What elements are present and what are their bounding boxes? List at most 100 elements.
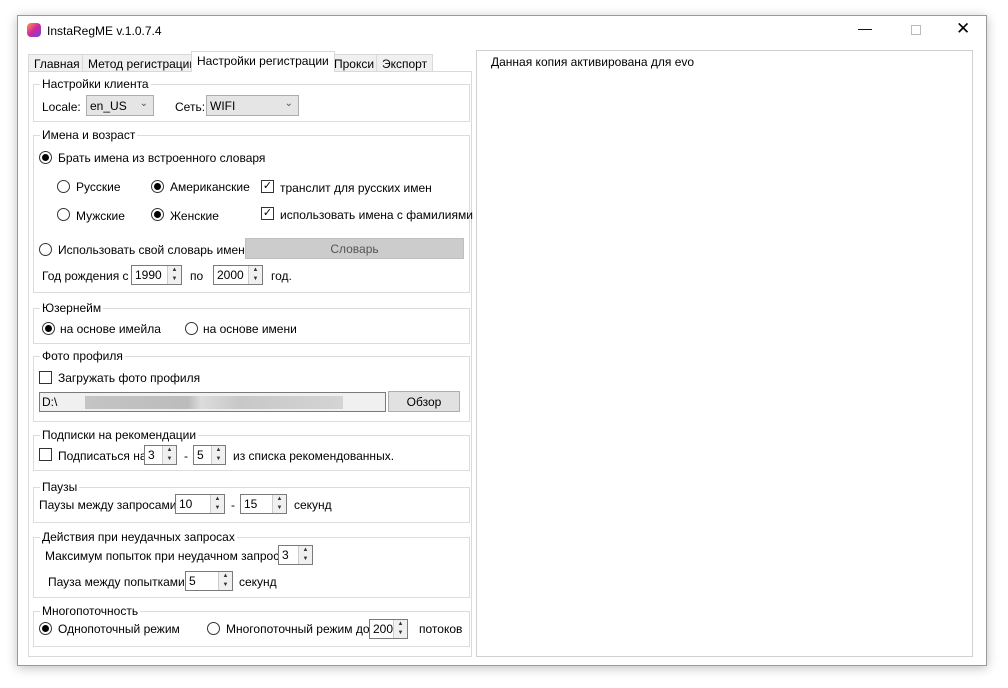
tab-main[interactable]: Главная bbox=[28, 54, 86, 71]
spin-arrows-icon[interactable]: ▲ ▼ bbox=[393, 620, 407, 638]
window-title: InstaRegME v.1.0.7.4 bbox=[47, 24, 162, 38]
birth-from-spinner[interactable]: 1990 ▲ ▼ bbox=[131, 265, 182, 285]
dash: - bbox=[231, 498, 235, 512]
builtin-dict-radio[interactable] bbox=[39, 151, 52, 164]
group-title: Имена и возраст bbox=[40, 128, 138, 142]
spin-arrows-icon[interactable]: ▲ ▼ bbox=[298, 546, 312, 564]
spin-arrows-icon[interactable]: ▲ ▼ bbox=[210, 495, 224, 513]
dictionary-button[interactable]: Словарь bbox=[245, 238, 464, 259]
photo-path-value: D:\ bbox=[42, 395, 58, 409]
chevron-down-icon: ⌄ bbox=[139, 98, 148, 109]
network-value: WIFI bbox=[210, 99, 236, 113]
male-label: Мужские bbox=[76, 209, 125, 223]
retry-pause-value: 5 bbox=[189, 574, 196, 588]
tab-export[interactable]: Экспорт bbox=[376, 54, 434, 71]
group-title: Многопоточность bbox=[40, 604, 141, 618]
pauses-label: Паузы между запросами bbox=[39, 498, 177, 512]
maximize-button[interactable] bbox=[911, 25, 921, 35]
follow-to-value: 5 bbox=[197, 448, 204, 462]
multi-thread-radio[interactable] bbox=[207, 622, 220, 635]
retry-pause-label: Пауза между попытками bbox=[48, 575, 185, 589]
spin-arrows-icon[interactable]: ▲ ▼ bbox=[167, 266, 181, 284]
builtin-dict-label: Брать имена из встроенного словаря bbox=[58, 151, 266, 165]
follow-suffix: из списка рекомендованных. bbox=[233, 449, 395, 463]
retry-pause-unit: секунд bbox=[239, 575, 277, 589]
group-title: Юзернейм bbox=[40, 301, 104, 315]
locale-value: en_US bbox=[90, 99, 127, 113]
russian-label: Русские bbox=[76, 180, 121, 194]
app-logo-icon bbox=[27, 23, 41, 37]
load-photo-checkbox[interactable] bbox=[39, 371, 52, 384]
username-name-label: на основе имени bbox=[203, 322, 297, 336]
username-email-radio[interactable] bbox=[42, 322, 55, 335]
photo-path-field[interactable]: D:\ bbox=[39, 392, 386, 412]
spin-arrows-icon[interactable]: ▲ ▼ bbox=[272, 495, 286, 513]
group-title: Подписки на рекомендации bbox=[40, 428, 199, 442]
birth-to-spinner[interactable]: 2000 ▲ ▼ bbox=[213, 265, 263, 285]
thread-count-spinner[interactable]: 200 ▲ ▼ bbox=[369, 619, 408, 639]
female-radio[interactable] bbox=[151, 208, 164, 221]
username-name-radio[interactable] bbox=[185, 322, 198, 335]
minimize-button[interactable]: — bbox=[858, 20, 872, 36]
tab-reg-method[interactable]: Метод регистрации bbox=[82, 54, 203, 71]
group-title: Настройки клиента bbox=[40, 77, 151, 91]
blurred-path bbox=[85, 396, 343, 409]
locale-label: Locale: bbox=[42, 100, 81, 114]
photo-group: Фото профиля bbox=[33, 349, 470, 422]
follow-to-spinner[interactable]: 5 ▲ ▼ bbox=[193, 445, 226, 465]
spin-arrows-icon[interactable]: ▲ ▼ bbox=[218, 572, 232, 590]
follow-label: Подписаться на bbox=[58, 449, 147, 463]
follow-from-value: 3 bbox=[148, 448, 155, 462]
group-title: Паузы bbox=[40, 480, 80, 494]
american-radio[interactable] bbox=[151, 180, 164, 193]
to-label: по bbox=[190, 269, 204, 283]
tab-reg-settings[interactable]: Настройки регистрации bbox=[191, 51, 335, 72]
translit-checkbox[interactable]: ✓ bbox=[261, 180, 274, 193]
dash: - bbox=[184, 449, 188, 463]
translit-label: транслит для русских имен bbox=[280, 181, 432, 195]
right-area bbox=[476, 50, 973, 657]
spin-arrows-icon[interactable]: ▲ ▼ bbox=[248, 266, 262, 284]
close-button[interactable]: ✕ bbox=[956, 19, 970, 39]
custom-dict-radio[interactable] bbox=[39, 243, 52, 256]
birth-to-value: 2000 bbox=[217, 268, 244, 282]
russian-radio[interactable] bbox=[57, 180, 70, 193]
custom-dict-label: Использовать свой словарь имен bbox=[58, 243, 245, 257]
max-attempts-spinner[interactable]: 3 ▲ ▼ bbox=[278, 545, 313, 565]
group-title: Действия при неудачных запросах bbox=[40, 530, 237, 544]
max-attempts-label: Максимум попыток при неудачном запросе bbox=[45, 549, 286, 563]
pause-to-value: 15 bbox=[244, 497, 258, 511]
locale-select[interactable]: en_US ⌄ bbox=[86, 95, 154, 116]
surnames-checkbox[interactable]: ✓ bbox=[261, 207, 274, 220]
pause-from-value: 10 bbox=[179, 497, 193, 511]
pause-from-spinner[interactable]: 10 ▲ ▼ bbox=[175, 494, 225, 514]
american-label: Американские bbox=[170, 180, 250, 194]
spin-arrows-icon[interactable]: ▲ ▼ bbox=[162, 446, 176, 464]
tab-proxy[interactable]: Прокси bbox=[328, 54, 381, 71]
male-radio[interactable] bbox=[57, 208, 70, 221]
load-photo-label: Загружать фото профиля bbox=[58, 371, 201, 385]
surnames-label: использовать имена с фамилиями bbox=[280, 208, 473, 222]
spin-arrows-icon[interactable]: ▲ ▼ bbox=[211, 446, 225, 464]
single-thread-radio[interactable] bbox=[39, 622, 52, 635]
chevron-down-icon: ⌄ bbox=[284, 98, 293, 109]
single-thread-label: Однопоточный режим bbox=[58, 622, 180, 636]
female-label: Женские bbox=[170, 209, 219, 223]
pauses-unit: секунд bbox=[294, 498, 332, 512]
retry-pause-spinner[interactable]: 5 ▲ ▼ bbox=[185, 571, 233, 591]
network-select[interactable]: WIFI ⌄ bbox=[206, 95, 299, 116]
follow-from-spinner[interactable]: 3 ▲ ▼ bbox=[144, 445, 177, 465]
year-label: год. bbox=[271, 269, 292, 283]
max-attempts-value: 3 bbox=[282, 548, 289, 562]
username-email-label: на основе имейла bbox=[60, 322, 161, 336]
network-label: Сеть: bbox=[175, 100, 206, 114]
thread-count-value: 200 bbox=[373, 622, 394, 636]
birth-label: Год рождения с bbox=[42, 269, 129, 283]
birth-from-value: 1990 bbox=[135, 268, 162, 282]
follow-checkbox[interactable] bbox=[39, 448, 52, 461]
threads-unit: потоков bbox=[419, 622, 463, 636]
browse-button[interactable]: Обзор bbox=[388, 391, 460, 412]
multi-thread-label: Многопоточный режим до bbox=[226, 622, 370, 636]
activation-label: Данная копия активирована для evo bbox=[491, 55, 695, 69]
pause-to-spinner[interactable]: 15 ▲ ▼ bbox=[240, 494, 287, 514]
